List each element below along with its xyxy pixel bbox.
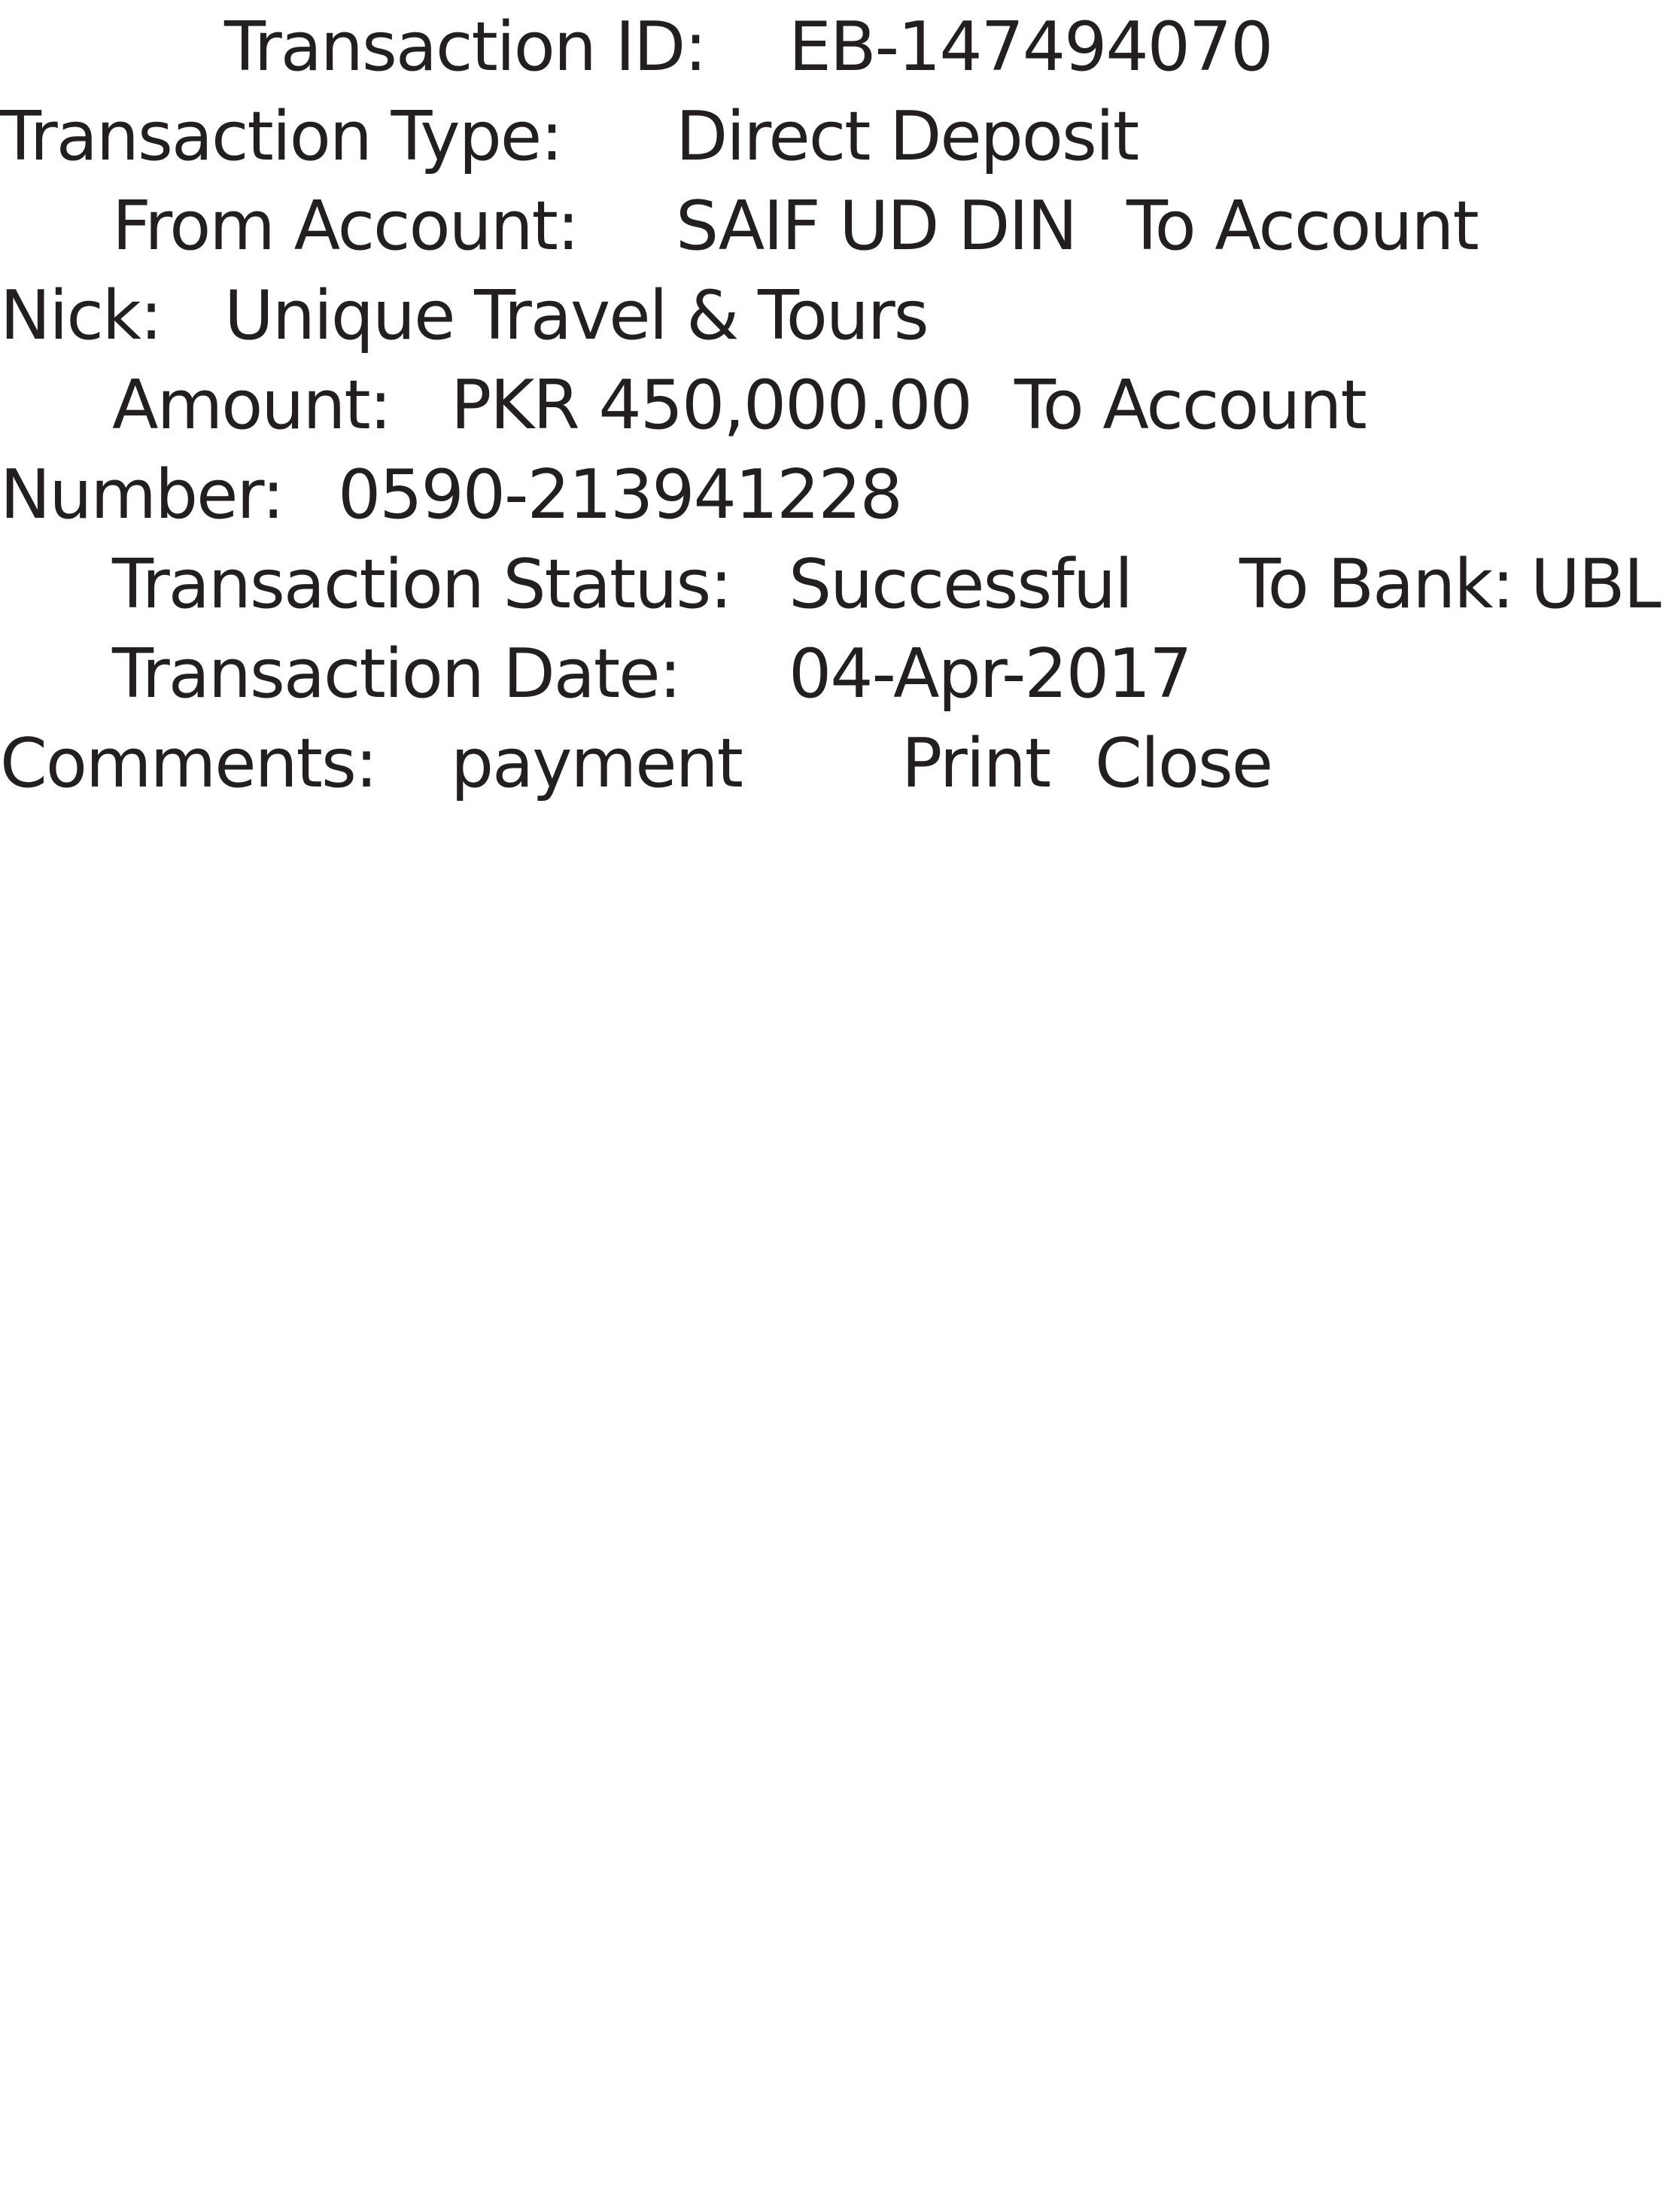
comments-value: payment	[451, 724, 743, 803]
to-account-nick-label-part2: Nick:	[0, 276, 163, 355]
to-account-nick-label-part1: To Account	[1126, 187, 1479, 266]
transaction-date-label: Transaction Date:	[112, 634, 682, 713]
amount-label: Amount:	[112, 366, 392, 445]
transaction-receipt: Transaction ID: EB-147494070 Transaction…	[0, 0, 1666, 828]
transaction-status-value: Successful	[789, 545, 1133, 624]
print-button[interactable]: Print	[901, 730, 1051, 798]
transaction-type-value: Direct Deposit	[676, 97, 1139, 176]
transaction-type-label: Transaction Type:	[0, 97, 564, 176]
to-account-number-value: 0590-213941228	[338, 455, 903, 534]
transaction-id-label: Transaction ID:	[224, 8, 707, 87]
from-account-label: From Account:	[112, 187, 579, 266]
amount-value: PKR 450,000.00	[451, 366, 973, 445]
close-button[interactable]: Close	[1095, 730, 1273, 798]
transaction-status-label: Transaction Status:	[112, 545, 733, 624]
transaction-id-value: EB-147494070	[789, 8, 1273, 87]
from-account-value: SAIF UD DIN	[676, 187, 1078, 266]
comments-label: Comments:	[0, 724, 378, 803]
to-account-number-label-part1: To Account	[1014, 366, 1367, 445]
transaction-date-value: 04-Apr-2017	[789, 634, 1192, 713]
to-account-nick-value: Unique Travel & Tours	[224, 276, 929, 355]
to-account-number-label-part2: Number:	[0, 455, 284, 534]
to-bank-value: UBL	[1531, 545, 1661, 624]
to-bank-label: To Bank:	[1239, 545, 1515, 624]
